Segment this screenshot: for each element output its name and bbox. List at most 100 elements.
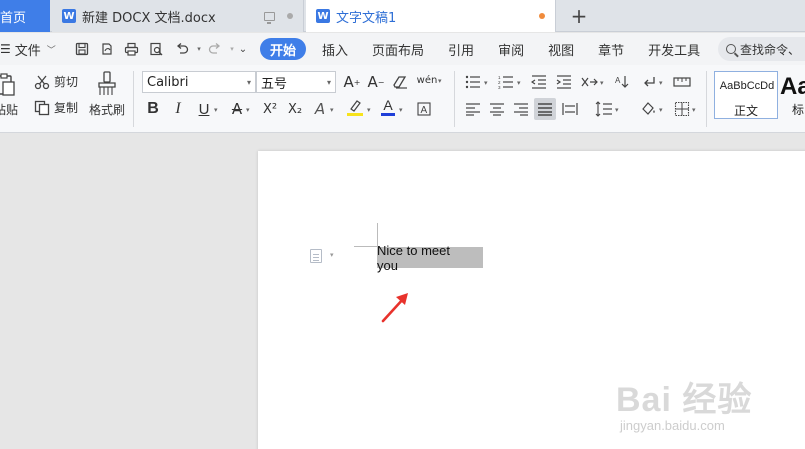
align-left-icon[interactable]	[462, 98, 484, 120]
scissors-icon	[34, 75, 50, 89]
tab-home[interactable]: 首页	[0, 0, 50, 32]
ribbon-toolbar: 粘贴 剪切 复制 格式刷 Calibri ▾ 五号 ▾ A+ A− wén ▾ …	[0, 65, 805, 133]
ruler-icon[interactable]	[671, 71, 693, 93]
red-arrow-icon	[381, 293, 408, 323]
export-icon[interactable]	[97, 33, 117, 65]
monitor-icon[interactable]	[264, 11, 275, 24]
print-preview-icon[interactable]	[146, 33, 166, 65]
style-normal-sample: AaBbCcDd	[719, 80, 775, 92]
copy-button[interactable]: 复制	[34, 99, 78, 116]
align-justify-icon[interactable]	[534, 98, 556, 120]
menu-item-review[interactable]: 审阅	[486, 33, 536, 65]
format-painter-button[interactable]: 格式刷	[89, 101, 125, 118]
chevron-down-icon[interactable]: ▾	[484, 79, 488, 87]
chevron-down-icon: ▾	[246, 77, 251, 87]
menu-item-insert[interactable]: 插入	[310, 33, 360, 65]
style-normal[interactable]: AaBbCcDd 正文	[714, 71, 778, 119]
chevron-down-icon[interactable]: ▾	[330, 106, 334, 114]
unsaved-dot-icon[interactable]	[539, 13, 545, 19]
wps-writer-icon: W	[316, 9, 330, 23]
menu-item-page-layout[interactable]: 页面布局	[360, 33, 436, 65]
chevron-down-icon[interactable]: ▾	[600, 79, 604, 87]
shrink-font-icon[interactable]: A −	[365, 71, 387, 93]
grow-font-icon[interactable]: A +	[341, 71, 363, 93]
paste-button[interactable]: 粘贴	[0, 101, 18, 117]
format-painter-icon[interactable]	[96, 71, 118, 97]
tab-close-dot-icon[interactable]	[287, 13, 293, 19]
tab-text-title: 文字文稿1	[336, 10, 397, 26]
menu-item-start[interactable]: 开始	[260, 38, 307, 60]
menu-item-view[interactable]: 视图	[536, 33, 586, 65]
copy-icon	[34, 100, 50, 115]
pinyin-guide-icon[interactable]: wén	[416, 69, 438, 91]
paragraph-options-icon[interactable]	[310, 249, 322, 263]
font-color-icon[interactable]: A	[380, 98, 396, 116]
chevron-down-icon[interactable]: ▾	[330, 251, 334, 259]
menu-item-developer[interactable]: 开发工具	[636, 33, 712, 65]
document-page[interactable]: ▾ Nice to meet you	[258, 151, 805, 449]
save-icon[interactable]	[72, 33, 92, 65]
chevron-down-icon[interactable]: ▾	[246, 106, 250, 114]
italic-button[interactable]: I	[167, 98, 189, 120]
chevron-down-icon: ﹀	[46, 45, 56, 56]
line-spacing-icon[interactable]	[593, 98, 615, 120]
chevron-down-icon[interactable]: ▾	[659, 79, 663, 87]
command-search-placeholder: 查找命令、	[740, 42, 801, 57]
cut-button[interactable]: 剪切	[34, 73, 78, 90]
highlight-color-icon[interactable]	[346, 99, 364, 117]
decrease-indent-icon[interactable]	[528, 71, 550, 93]
search-icon	[726, 44, 736, 54]
font-size-select[interactable]: 五号 ▾	[256, 71, 336, 93]
wps-writer-icon: W	[62, 9, 76, 23]
command-search[interactable]: 查找命令、	[718, 37, 805, 61]
chinese-layout-icon[interactable]	[578, 71, 600, 93]
strikethrough-icon[interactable]: A	[226, 98, 248, 120]
menu-item-references[interactable]: 引用	[436, 33, 486, 65]
increase-indent-icon[interactable]	[553, 71, 575, 93]
bold-button[interactable]: B	[142, 98, 164, 120]
chevron-down-icon[interactable]: ▾	[367, 106, 371, 114]
new-tab-button[interactable]: +	[568, 0, 590, 32]
align-center-icon[interactable]	[486, 98, 508, 120]
underline-button[interactable]: U	[193, 98, 215, 120]
bullet-list-icon[interactable]	[462, 71, 484, 93]
clear-format-icon[interactable]	[390, 71, 412, 93]
font-name-value: Calibri	[147, 74, 189, 90]
chevron-down-icon[interactable]: ▾	[399, 106, 403, 114]
sort-icon[interactable]: A	[611, 71, 633, 93]
chevron-down-icon[interactable]: ▾	[615, 106, 619, 114]
chevron-down-icon[interactable]: ▾	[659, 106, 663, 114]
menu-item-section[interactable]: 章节	[586, 33, 636, 65]
customize-toolbar-icon[interactable]: ⌄	[233, 33, 253, 65]
file-menu[interactable]: ☰ 文件 ﹀	[0, 33, 56, 65]
selected-text[interactable]: Nice to meet you	[377, 243, 483, 273]
subscript-button[interactable]: X₂	[284, 98, 306, 120]
distribute-icon[interactable]	[559, 98, 581, 120]
svg-text:A: A	[421, 105, 428, 116]
char-border-icon[interactable]: A	[413, 98, 435, 120]
paste-icon[interactable]	[0, 71, 18, 99]
font-size-value: 五号	[261, 76, 288, 92]
text-effect-icon[interactable]: A	[309, 98, 331, 120]
chevron-down-icon[interactable]: ▾	[517, 79, 521, 87]
tab-text-document[interactable]: W 文字文稿1	[306, 0, 556, 32]
numbered-list-icon[interactable]: 123	[495, 71, 517, 93]
print-icon[interactable]	[121, 33, 141, 65]
font-name-select[interactable]: Calibri ▾	[142, 71, 256, 93]
hamburger-icon: ☰	[0, 42, 11, 56]
shading-icon[interactable]	[637, 98, 659, 120]
superscript-button[interactable]: X²	[259, 98, 281, 120]
tab-docx-document[interactable]: W 新建 DOCX 文档.docx	[52, 0, 304, 32]
chevron-down-icon[interactable]: ▾	[438, 77, 442, 85]
style-heading-sample[interactable]: Aa	[780, 73, 805, 101]
show-marks-icon[interactable]	[639, 71, 661, 93]
cut-label: 剪切	[54, 75, 79, 89]
ribbon-separator	[454, 71, 455, 127]
style-heading-name[interactable]: 标	[792, 101, 804, 118]
borders-icon[interactable]	[671, 98, 693, 120]
margin-marker	[354, 246, 378, 247]
chevron-down-icon[interactable]: ▾	[692, 106, 696, 114]
copy-label: 复制	[54, 101, 79, 115]
chevron-down-icon[interactable]: ▾	[214, 106, 218, 114]
align-right-icon[interactable]	[510, 98, 532, 120]
